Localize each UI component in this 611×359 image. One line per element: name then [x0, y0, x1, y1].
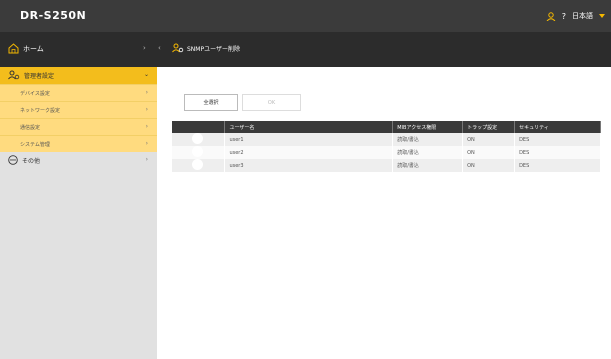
sidebar-item-label: ネットワーク設定	[20, 107, 61, 114]
table-cell: ON	[462, 133, 516, 146]
chevron-right-icon: ›	[145, 156, 148, 163]
home-label: ホーム	[23, 44, 44, 53]
table-cell: DES	[514, 133, 601, 146]
select-column-header	[172, 121, 226, 133]
help-icon[interactable]: ?	[562, 12, 566, 21]
sidebar-section-admin[interactable]: 管理者設定 ⌄	[0, 67, 157, 84]
select-all-button[interactable]: 全選択	[184, 94, 238, 111]
sidebar-item-label: デバイス設定	[20, 90, 50, 97]
sidebar-item-label: その他	[22, 158, 41, 165]
top-right-controls: ? 日本語	[546, 11, 605, 21]
table-cell: DES	[514, 146, 601, 159]
select-cell	[172, 133, 226, 146]
sidebar-item-network[interactable]: ネットワーク設定 ›	[0, 101, 157, 118]
select-cell	[172, 159, 226, 172]
table-cell: 読取/書込	[392, 133, 464, 146]
table-cell: ON	[462, 146, 516, 159]
brand-title: DR-S250N	[20, 9, 87, 22]
sidebar-item-device[interactable]: デバイス設定 ›	[0, 84, 157, 101]
table-header-row: ユーザー名 MIBアクセス権限 トラップ設定 セキュリティ	[172, 121, 601, 133]
home-icon	[8, 43, 19, 54]
table-cell: user3	[224, 159, 394, 172]
sidebar-item-other[interactable]: その他 ›	[0, 152, 157, 169]
back-chevron-icon[interactable]: ‹	[158, 44, 161, 52]
chevron-right-icon: ›	[145, 123, 148, 130]
column-header: セキュリティ	[514, 121, 601, 133]
ok-button[interactable]: OK	[242, 94, 301, 111]
table-row[interactable]: user2 読取/書込 ON DES	[172, 146, 601, 159]
column-header: ユーザー名	[224, 121, 394, 133]
column-header: MIBアクセス権限	[392, 121, 464, 133]
table-cell: user1	[224, 133, 394, 146]
row-select-radio[interactable]	[192, 159, 203, 170]
top-bar: DR-S250N ? 日本語	[0, 0, 611, 32]
row-select-radio[interactable]	[192, 146, 203, 157]
page-title: SNMPユーザー削除	[187, 45, 240, 53]
column-header: トラップ設定	[462, 121, 516, 133]
select-cell	[172, 146, 226, 159]
table-cell: user2	[224, 146, 394, 159]
chevron-down-icon: ⌄	[143, 71, 149, 78]
sidebar: 管理者設定 ⌄ デバイス設定 › ネットワーク設定 › 通信設定 › システム管…	[0, 67, 157, 359]
chevron-right-icon: ›	[145, 140, 148, 147]
table-row[interactable]: user3 読取/書込 ON DES	[172, 159, 601, 172]
chevron-right-icon: ›	[145, 106, 148, 113]
chevron-down-icon[interactable]	[599, 14, 605, 18]
sidebar-item-label: 通信設定	[20, 124, 41, 131]
sidebar-item-system[interactable]: システム管理 ›	[0, 135, 157, 152]
admin-user-icon	[172, 43, 184, 53]
nav-bar: ホーム › ‹ SNMPユーザー削除	[0, 32, 611, 67]
sidebar-item-communication[interactable]: 通信設定 ›	[0, 118, 157, 135]
home-link[interactable]: ホーム	[8, 43, 44, 54]
language-selector[interactable]: 日本語	[572, 11, 593, 21]
admin-user-icon	[8, 70, 20, 82]
sidebar-item-label: システム管理	[20, 141, 50, 148]
table-cell: DES	[514, 159, 601, 172]
toolbar: 全選択 OK	[172, 94, 600, 111]
sidebar-section-label: 管理者設定	[24, 73, 55, 80]
breadcrumb: SNMPユーザー削除	[172, 43, 240, 53]
more-icon	[8, 154, 18, 167]
table-cell: 読取/書込	[392, 146, 464, 159]
table-cell: 読取/書込	[392, 159, 464, 172]
chevron-right-icon: ›	[145, 89, 148, 96]
row-select-radio[interactable]	[192, 133, 203, 144]
user-table: ユーザー名 MIBアクセス権限 トラップ設定 セキュリティ user1 読取/書…	[172, 121, 601, 172]
table-cell: ON	[462, 159, 516, 172]
user-icon[interactable]	[546, 11, 556, 21]
chevron-right-icon: ›	[143, 44, 146, 52]
table-row[interactable]: user1 読取/書込 ON DES	[172, 133, 601, 146]
